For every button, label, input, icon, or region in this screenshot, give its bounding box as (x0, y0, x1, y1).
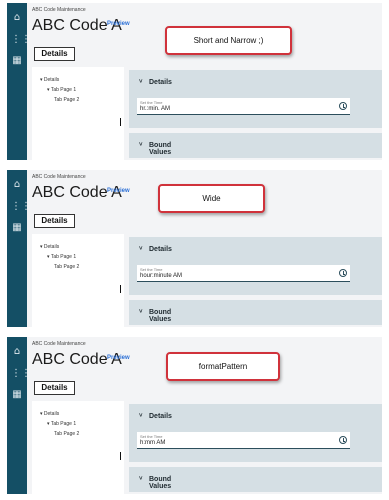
clock-icon[interactable] (339, 102, 347, 110)
bound-values-section[interactable]: ˅ Bound Values (129, 300, 382, 325)
chevron-down-icon: ˅ (139, 79, 143, 85)
time-field[interactable]: Set the Time hour:minute AM (137, 265, 350, 282)
expand-icon[interactable]: ▾ (47, 254, 50, 260)
tree-view: ▾ Details ▾ Tab Page 1 Tab Page 2 (32, 234, 124, 327)
expand-icon[interactable]: ▾ (47, 87, 50, 93)
chevron-down-icon: ˅ (139, 413, 143, 419)
nav-rail: ⌂ ⋮⋮ ▦ (7, 337, 31, 494)
home-icon[interactable]: ⌂ (11, 347, 23, 357)
annotation-callout: Short and Narrow ;) (165, 26, 292, 55)
annotation-callout: formatPattern (166, 352, 280, 381)
tree-view: ▾ Details ▾ Tab Page 1 Tab Page 2 (32, 401, 124, 494)
time-field-label: Set the Time (140, 267, 163, 272)
details-button[interactable]: Details (34, 47, 75, 61)
breadcrumb[interactable]: ABC Code Maintenance (32, 174, 86, 180)
time-field-label: Set the Time (140, 434, 163, 439)
chevron-down-icon: ˅ (139, 476, 143, 482)
text-cursor (120, 285, 121, 293)
nav-rail: ⌂ ⋮⋮ ▦ (7, 3, 31, 160)
clock-icon[interactable] (339, 436, 347, 444)
time-field[interactable]: Set the Time hr.:min. AM (137, 98, 350, 115)
expand-icon[interactable]: ▾ (40, 411, 43, 417)
details-button[interactable]: Details (34, 381, 75, 395)
time-field-label: Set the Time (140, 100, 163, 105)
text-cursor (120, 452, 121, 460)
text-cursor (120, 118, 121, 126)
apps-grid-icon[interactable]: ⋮⋮ (11, 202, 31, 212)
tree-item-details[interactable]: ▾ Details (40, 77, 59, 83)
breadcrumb[interactable]: ABC Code Maintenance (32, 7, 86, 13)
time-field-value[interactable]: hour:minute AM (140, 273, 182, 279)
breadcrumb[interactable]: ABC Code Maintenance (32, 341, 86, 347)
expand-icon[interactable]: ▾ (40, 244, 43, 250)
expand-icon[interactable]: ▾ (40, 77, 43, 83)
details-button[interactable]: Details (34, 214, 75, 228)
time-field-value[interactable]: hr.:min. AM (140, 106, 170, 112)
bound-values-section[interactable]: ˅ Bound Values (129, 133, 382, 158)
tree-item-details[interactable]: ▾ Details (40, 411, 59, 417)
chevron-down-icon: ˅ (139, 142, 143, 148)
apps-grid-icon[interactable]: ⋮⋮ (11, 369, 31, 379)
details-section: ˅ Details Set the Time hour:minute AM (129, 237, 382, 295)
tree-item-tab-page-2[interactable]: Tab Page 2 (54, 431, 79, 437)
home-icon[interactable]: ⌂ (11, 13, 23, 23)
dashboard-icon[interactable]: ▦ (11, 56, 23, 66)
annotation-callout: Wide (158, 184, 265, 213)
details-section: ˅ Details Set the Time hr.:min. AM (129, 70, 382, 128)
preview-link[interactable]: Preview (107, 355, 130, 361)
dashboard-icon[interactable]: ▦ (11, 223, 23, 233)
dashboard-icon[interactable]: ▦ (11, 390, 23, 400)
tree-item-tab-page-1[interactable]: ▾ Tab Page 1 (47, 421, 76, 427)
tree-view: ▾ Details ▾ Tab Page 1 Tab Page 2 (32, 67, 124, 160)
chevron-down-icon: ˅ (139, 309, 143, 315)
chevron-down-icon: ˅ (139, 246, 143, 252)
tree-item-tab-page-2[interactable]: Tab Page 2 (54, 264, 79, 270)
time-field-value[interactable]: h:mm AM (140, 440, 165, 446)
time-field[interactable]: Set the Time h:mm AM (137, 432, 350, 449)
home-icon[interactable]: ⌂ (11, 180, 23, 190)
apps-grid-icon[interactable]: ⋮⋮ (11, 35, 31, 45)
expand-icon[interactable]: ▾ (47, 421, 50, 427)
details-section: ˅ Details Set the Time h:mm AM (129, 404, 382, 462)
preview-link[interactable]: Preview (107, 21, 130, 27)
clock-icon[interactable] (339, 269, 347, 277)
tree-item-tab-page-1[interactable]: ▾ Tab Page 1 (47, 254, 76, 260)
tree-item-tab-page-2[interactable]: Tab Page 2 (54, 97, 79, 103)
tree-item-details[interactable]: ▾ Details (40, 244, 59, 250)
nav-rail: ⌂ ⋮⋮ ▦ (7, 170, 31, 327)
bound-values-section[interactable]: ˅ Bound Values (129, 467, 382, 492)
preview-link[interactable]: Preview (107, 188, 130, 194)
tree-item-tab-page-1[interactable]: ▾ Tab Page 1 (47, 87, 76, 93)
